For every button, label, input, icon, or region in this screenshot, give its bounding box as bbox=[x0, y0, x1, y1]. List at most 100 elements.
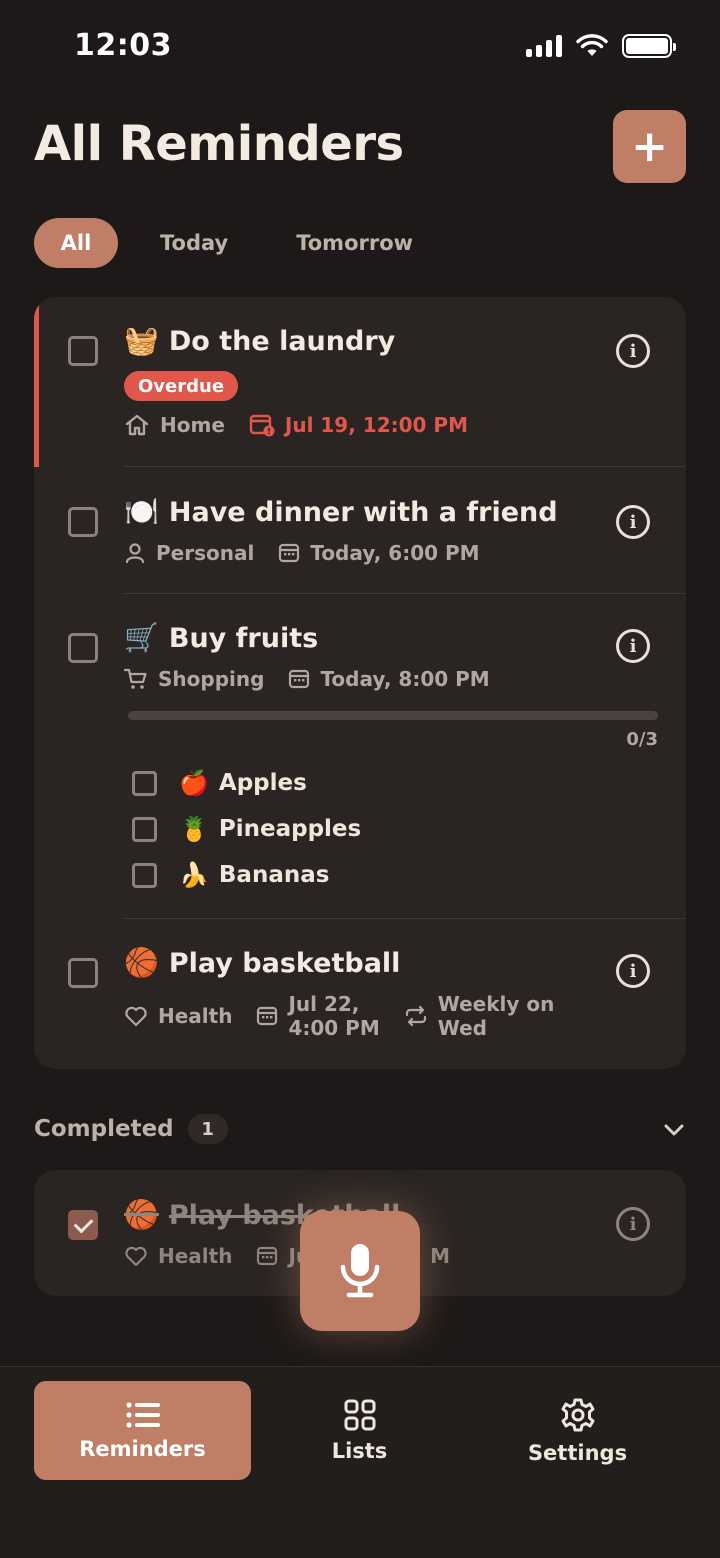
completed-label: Completed bbox=[34, 1116, 174, 1142]
subtask-progress-bar bbox=[128, 711, 658, 720]
reminder-title-text: Do the laundry bbox=[168, 326, 396, 357]
reminder-meta: Home Jul 19, 12:00 PM bbox=[124, 413, 492, 437]
reminder-checkbox[interactable] bbox=[68, 633, 98, 663]
list-label: Health bbox=[158, 1004, 233, 1028]
tab-bar: Reminders Lists Settings bbox=[0, 1366, 720, 1558]
reminder-item[interactable]: 🍽️ Have dinner with a friend Personal Tod… bbox=[34, 467, 686, 593]
tab-label: Lists bbox=[331, 1438, 388, 1463]
subtask-label: Apples bbox=[218, 770, 307, 796]
completed-count-badge: 1 bbox=[187, 1114, 228, 1144]
tab-reminders[interactable]: Reminders bbox=[34, 1381, 251, 1480]
due-date: Today, 8:00 PM bbox=[288, 667, 490, 691]
calendar-icon bbox=[257, 1246, 278, 1266]
tab-label: Settings bbox=[527, 1440, 628, 1465]
subtask-item[interactable]: 🍍 Pineapples bbox=[132, 815, 361, 843]
reminder-checkbox-checked[interactable] bbox=[68, 1210, 98, 1240]
reminder-meta: Personal Today, 6:00 PM bbox=[124, 541, 504, 565]
due-label: Today, 8:00 PM bbox=[320, 667, 490, 691]
repeat-icon bbox=[405, 1005, 426, 1027]
due-label: 4:00 PM bbox=[288, 1016, 380, 1040]
list-tag: Shopping bbox=[124, 667, 264, 691]
reminder-title-text: Have dinner with a friend bbox=[168, 497, 558, 528]
subtask-progress-label: 0/3 bbox=[626, 729, 658, 750]
reminder-checkbox[interactable] bbox=[68, 507, 98, 537]
filter-tabs: All Today Tomorrow bbox=[34, 218, 439, 268]
reminder-meta: Shopping Today, 8:00 PM bbox=[124, 667, 514, 691]
pineapple-emoji-icon: 🍍 bbox=[179, 815, 209, 843]
calendar-alert-icon bbox=[249, 414, 275, 437]
list-label: Personal bbox=[156, 541, 255, 565]
chevron-down-icon[interactable] bbox=[662, 1118, 686, 1142]
person-icon bbox=[125, 543, 145, 564]
wifi-icon bbox=[576, 34, 608, 56]
tab-lists[interactable]: Lists bbox=[251, 1381, 468, 1480]
subtask-checkbox[interactable] bbox=[132, 816, 157, 842]
due-label: M bbox=[430, 1244, 451, 1268]
cart-icon bbox=[124, 668, 147, 689]
add-reminder-button[interactable]: + bbox=[613, 110, 686, 183]
laundry-emoji-icon: 🧺 bbox=[124, 324, 159, 357]
subtask-label: Bananas bbox=[218, 862, 330, 888]
subtask-label: Pineapples bbox=[218, 816, 362, 842]
info-icon[interactable]: i bbox=[616, 505, 650, 539]
calendar-icon bbox=[289, 669, 310, 689]
reminder-title: 🧺 Do the laundry bbox=[124, 324, 395, 357]
list-tag: Health bbox=[124, 1244, 232, 1268]
due-date: Jul 19, 12:00 PM bbox=[249, 413, 468, 437]
subtask-checkbox[interactable] bbox=[132, 770, 157, 796]
repeat-label: Weekly on bbox=[437, 992, 555, 1016]
due-date: Jul 22, 4:00 PM bbox=[256, 992, 380, 1040]
reminder-checkbox[interactable] bbox=[68, 336, 98, 366]
grid-icon bbox=[344, 1399, 375, 1430]
info-icon[interactable]: i bbox=[616, 629, 650, 663]
tab-settings[interactable]: Settings bbox=[469, 1381, 686, 1480]
dinner-emoji-icon: 🍽️ bbox=[124, 495, 159, 528]
calendar-icon bbox=[257, 1006, 278, 1026]
basketball-emoji-icon: 🏀 bbox=[124, 946, 159, 979]
reminder-meta: Health Jul 22, 4:00 PM Weekly on Wed bbox=[124, 992, 578, 1040]
status-icons bbox=[526, 34, 676, 58]
due-label: Today, 6:00 PM bbox=[310, 541, 480, 565]
reminder-title: 🍽️ Have dinner with a friend bbox=[124, 495, 558, 528]
info-icon[interactable]: i bbox=[616, 334, 650, 368]
heart-icon bbox=[125, 1006, 147, 1027]
repeat-info: Weekly on Wed bbox=[404, 992, 555, 1040]
gear-icon bbox=[561, 1398, 594, 1431]
status-time: 12:03 bbox=[74, 28, 172, 63]
voice-input-button[interactable] bbox=[300, 1211, 420, 1331]
due-label: Jul 19, 12:00 PM bbox=[284, 413, 468, 437]
reminder-title-text: Buy fruits bbox=[168, 623, 319, 654]
completed-header[interactable]: Completed 1 bbox=[34, 1114, 228, 1144]
battery-icon bbox=[622, 34, 676, 58]
filter-tab-today[interactable]: Today bbox=[134, 218, 254, 268]
info-icon[interactable]: i bbox=[616, 954, 650, 988]
info-icon[interactable]: i bbox=[616, 1207, 650, 1241]
home-icon bbox=[125, 414, 149, 436]
reminder-item[interactable]: 🏀 Play basketball Health Jul 22, 4:00 PM … bbox=[34, 918, 686, 1069]
reminder-checkbox[interactable] bbox=[68, 958, 98, 988]
banana-emoji-icon: 🍌 bbox=[179, 861, 209, 889]
filter-tab-tomorrow[interactable]: Tomorrow bbox=[270, 218, 439, 268]
list-label: Home bbox=[160, 413, 225, 437]
signal-icon bbox=[526, 35, 562, 57]
basketball-emoji-icon: 🏀 bbox=[124, 1198, 159, 1231]
reminder-item[interactable]: 🧺 Do the laundry Overdue Home Jul 19, 12:… bbox=[34, 297, 686, 467]
filter-tab-all[interactable]: All bbox=[34, 218, 118, 268]
subtask-item[interactable]: 🍎 Apples bbox=[132, 769, 307, 797]
reminders-card: 🧺 Do the laundry Overdue Home Jul 19, 12:… bbox=[34, 297, 686, 1069]
reminder-title-text: Play basketball bbox=[168, 948, 401, 979]
reminder-title: 🏀 Play basketball bbox=[124, 946, 400, 979]
heart-icon bbox=[125, 1246, 147, 1267]
overdue-indicator bbox=[34, 297, 39, 467]
microphone-icon bbox=[340, 1244, 380, 1298]
subtask-item[interactable]: 🍌 Bananas bbox=[132, 861, 329, 889]
page-title: All Reminders bbox=[34, 116, 404, 172]
tab-label: Reminders bbox=[79, 1436, 206, 1461]
subtask-checkbox[interactable] bbox=[132, 862, 157, 888]
due-date: Today, 6:00 PM bbox=[278, 541, 480, 565]
due-label: Jul 22, bbox=[288, 992, 360, 1016]
status-bar: 12:03 bbox=[0, 0, 720, 96]
list-tag: Personal bbox=[124, 541, 254, 565]
repeat-label: Wed bbox=[437, 1016, 487, 1040]
list-tag: Home bbox=[124, 413, 225, 437]
